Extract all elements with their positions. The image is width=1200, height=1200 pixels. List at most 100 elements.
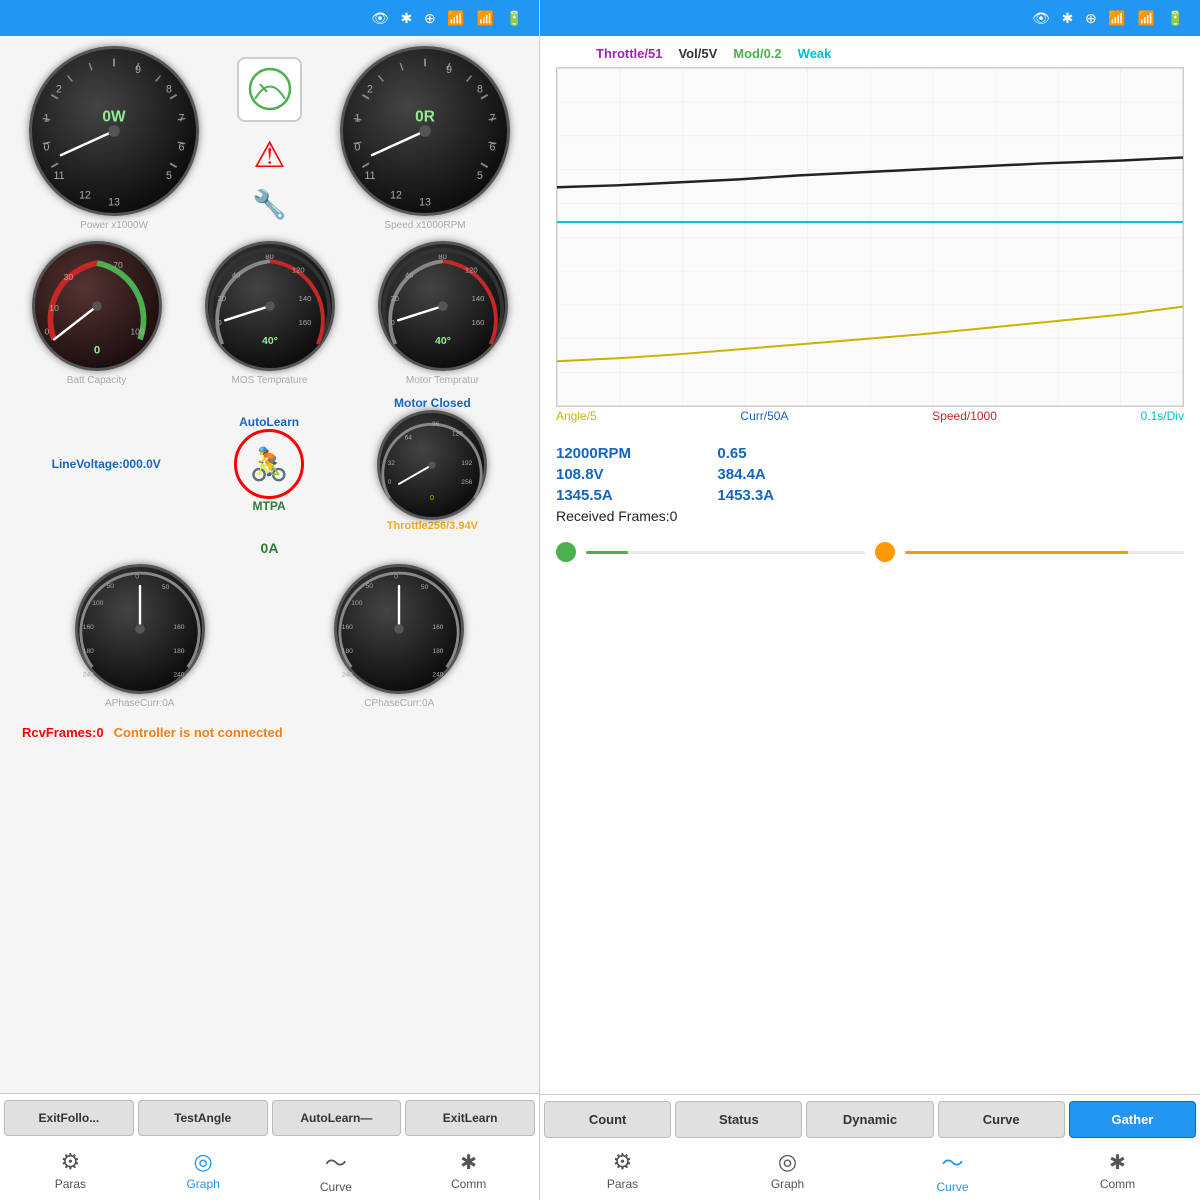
x-label-angle: Angle/5	[556, 409, 597, 423]
speed-icon-box	[237, 57, 302, 122]
svg-text:140: 140	[298, 294, 311, 303]
svg-text:140: 140	[471, 294, 484, 303]
left-status-bar: 👁 ✱ ⊕ 📶 📶 🔋	[0, 0, 539, 36]
svg-text:120: 120	[291, 266, 304, 275]
mos-gauge-label: MOS Temprature	[232, 375, 308, 386]
svg-text:160: 160	[83, 624, 94, 631]
throttle-label: Throttle256/3.94V	[387, 520, 478, 532]
exit-learn-button[interactable]: ExitLearn	[405, 1100, 535, 1136]
motor-closed-block: Motor Closed 32 0 192 256 64 96	[377, 396, 487, 532]
svg-text:0: 0	[355, 141, 361, 153]
gauge-row-2: 10 0 100 30 70 0 Batt Capacity	[10, 241, 529, 386]
left-tab-paras[interactable]: ⚙ Paras	[4, 1149, 137, 1191]
svg-text:7: 7	[490, 112, 496, 124]
batt-gauge: 10 0 100 30 70 0	[32, 241, 162, 371]
svg-text:11: 11	[54, 170, 65, 182]
svg-text:11: 11	[365, 170, 376, 182]
rcv-frames: RcvFrames:0	[22, 725, 104, 740]
svg-text:30: 30	[63, 272, 73, 282]
svg-text:0W: 0W	[102, 108, 126, 125]
aphase-gauge-svg: 180 160 160 180 100 0 50 50 240 240	[78, 567, 202, 691]
svg-text:96: 96	[432, 421, 440, 428]
svg-text:0: 0	[135, 573, 139, 580]
batt-gauge-wrapper: 10 0 100 30 70 0 Batt Capacity	[32, 241, 162, 386]
left-tab-curve[interactable]: 〜 Curve	[270, 1146, 403, 1194]
svg-text:120: 120	[464, 266, 477, 275]
gather-button[interactable]: Gather	[1069, 1101, 1196, 1138]
info-row: LineVoltage:000.0V AutoLearn 🚴 MTPA Moto…	[10, 396, 529, 532]
value-1453: 1453.3A	[717, 487, 774, 504]
left-tab-comm[interactable]: ✱ Comm	[402, 1150, 535, 1191]
right-tab-graph[interactable]: ◎ Graph	[705, 1149, 870, 1191]
svg-text:10: 10	[49, 303, 59, 313]
svg-text:9: 9	[135, 64, 141, 76]
right-graph-label: Graph	[771, 1177, 804, 1191]
chart-svg	[557, 68, 1183, 406]
svg-text:50: 50	[421, 584, 429, 591]
svg-text:5: 5	[166, 170, 172, 182]
svg-text:0: 0	[394, 573, 398, 580]
x-label-speed: Speed/1000	[932, 409, 997, 423]
svg-text:0R: 0R	[415, 108, 435, 125]
curve-button[interactable]: Curve	[938, 1101, 1065, 1138]
svg-text:13: 13	[419, 196, 431, 208]
svg-text:70: 70	[113, 260, 123, 270]
green-slider-dot[interactable]	[556, 542, 576, 562]
count-button[interactable]: Count	[544, 1101, 671, 1138]
svg-text:0: 0	[44, 327, 49, 337]
svg-text:180: 180	[433, 648, 444, 655]
svg-text:180: 180	[83, 648, 94, 655]
svg-text:13: 13	[108, 196, 120, 208]
line-voltage-text: LineVoltage:000.0V	[52, 457, 161, 471]
right-tab-curve[interactable]: 〜 Curve	[870, 1146, 1035, 1194]
right-paras-label: Paras	[607, 1177, 638, 1191]
svg-text:0: 0	[388, 479, 392, 486]
svg-text:6: 6	[490, 141, 496, 153]
right-status-bar: 👁 ✱ ⊕ 📶 📶 🔋	[540, 0, 1200, 36]
speed-gauge-svg: 2 1 0 11 12 13 5 6 7 8 9	[343, 49, 507, 213]
auto-learn-button[interactable]: AutoLearn—	[272, 1100, 402, 1136]
orange-slider-dot[interactable]	[875, 542, 895, 562]
svg-text:2: 2	[56, 83, 62, 95]
right-slider-track[interactable]	[905, 551, 1184, 554]
svg-text:40: 40	[231, 270, 239, 279]
power-gauge-svg: 2 1 0 11 12 13 5 6 7 8	[32, 49, 196, 213]
svg-text:2: 2	[367, 83, 373, 95]
right-action-buttons: Count Status Dynamic Curve Gather	[540, 1095, 1200, 1142]
svg-text:0: 0	[93, 345, 99, 357]
svg-text:80: 80	[265, 252, 273, 261]
mos-gauge: 20 0 160 140 40 80 120 40°	[205, 241, 335, 371]
svg-text:256: 256	[462, 479, 473, 486]
left-tab-graph[interactable]: ◎ Graph	[137, 1149, 270, 1191]
svg-text:50: 50	[106, 583, 114, 590]
exit-follo-button[interactable]: ExitFollo...	[4, 1100, 134, 1136]
svg-text:240: 240	[433, 672, 444, 679]
right-tab-comm[interactable]: ✱ Comm	[1035, 1150, 1200, 1191]
mos-gauge-svg: 20 0 160 140 40 80 120 40°	[208, 244, 332, 368]
svg-text:160: 160	[471, 318, 484, 327]
cphase-gauge-label: CPhaseCurr:0A	[364, 698, 434, 709]
motor-temp-gauge-svg: 20 0 160 140 40 80 120 40°	[381, 244, 505, 368]
chart-area	[556, 67, 1184, 407]
comm-icon: ✱	[460, 1150, 477, 1175]
svg-text:64: 64	[405, 434, 413, 441]
status-button[interactable]: Status	[675, 1101, 802, 1138]
received-frames: Received Frames:0	[556, 508, 677, 524]
auto-learn-block: AutoLearn 🚴 MTPA	[234, 415, 304, 513]
left-slider-track[interactable]	[586, 551, 865, 554]
aphase-gauge-label: APhaseCurr:0A	[105, 698, 174, 709]
svg-text:8: 8	[477, 83, 483, 95]
svg-text:100: 100	[130, 327, 145, 337]
batt-gauge-label: Batt Capacity	[67, 375, 126, 386]
svg-text:6: 6	[179, 141, 185, 153]
value-384: 384.4A	[717, 466, 774, 483]
dynamic-button[interactable]: Dynamic	[806, 1101, 933, 1138]
svg-text:40°: 40°	[435, 336, 451, 347]
wrench-icon: 🔧	[252, 188, 287, 221]
right-tab-paras[interactable]: ⚙ Paras	[540, 1149, 705, 1191]
data-values: 12000RPM 108.8V 1345.5A Received Frames:…	[540, 435, 1200, 534]
left-nav-tabs: ⚙ Paras ◎ Graph 〜 Curve ✱ Comm	[4, 1142, 535, 1194]
data-col-1: 12000RPM 108.8V 1345.5A Received Frames:…	[556, 445, 677, 524]
test-angle-button[interactable]: TestAngle	[138, 1100, 268, 1136]
svg-text:50: 50	[162, 584, 170, 591]
